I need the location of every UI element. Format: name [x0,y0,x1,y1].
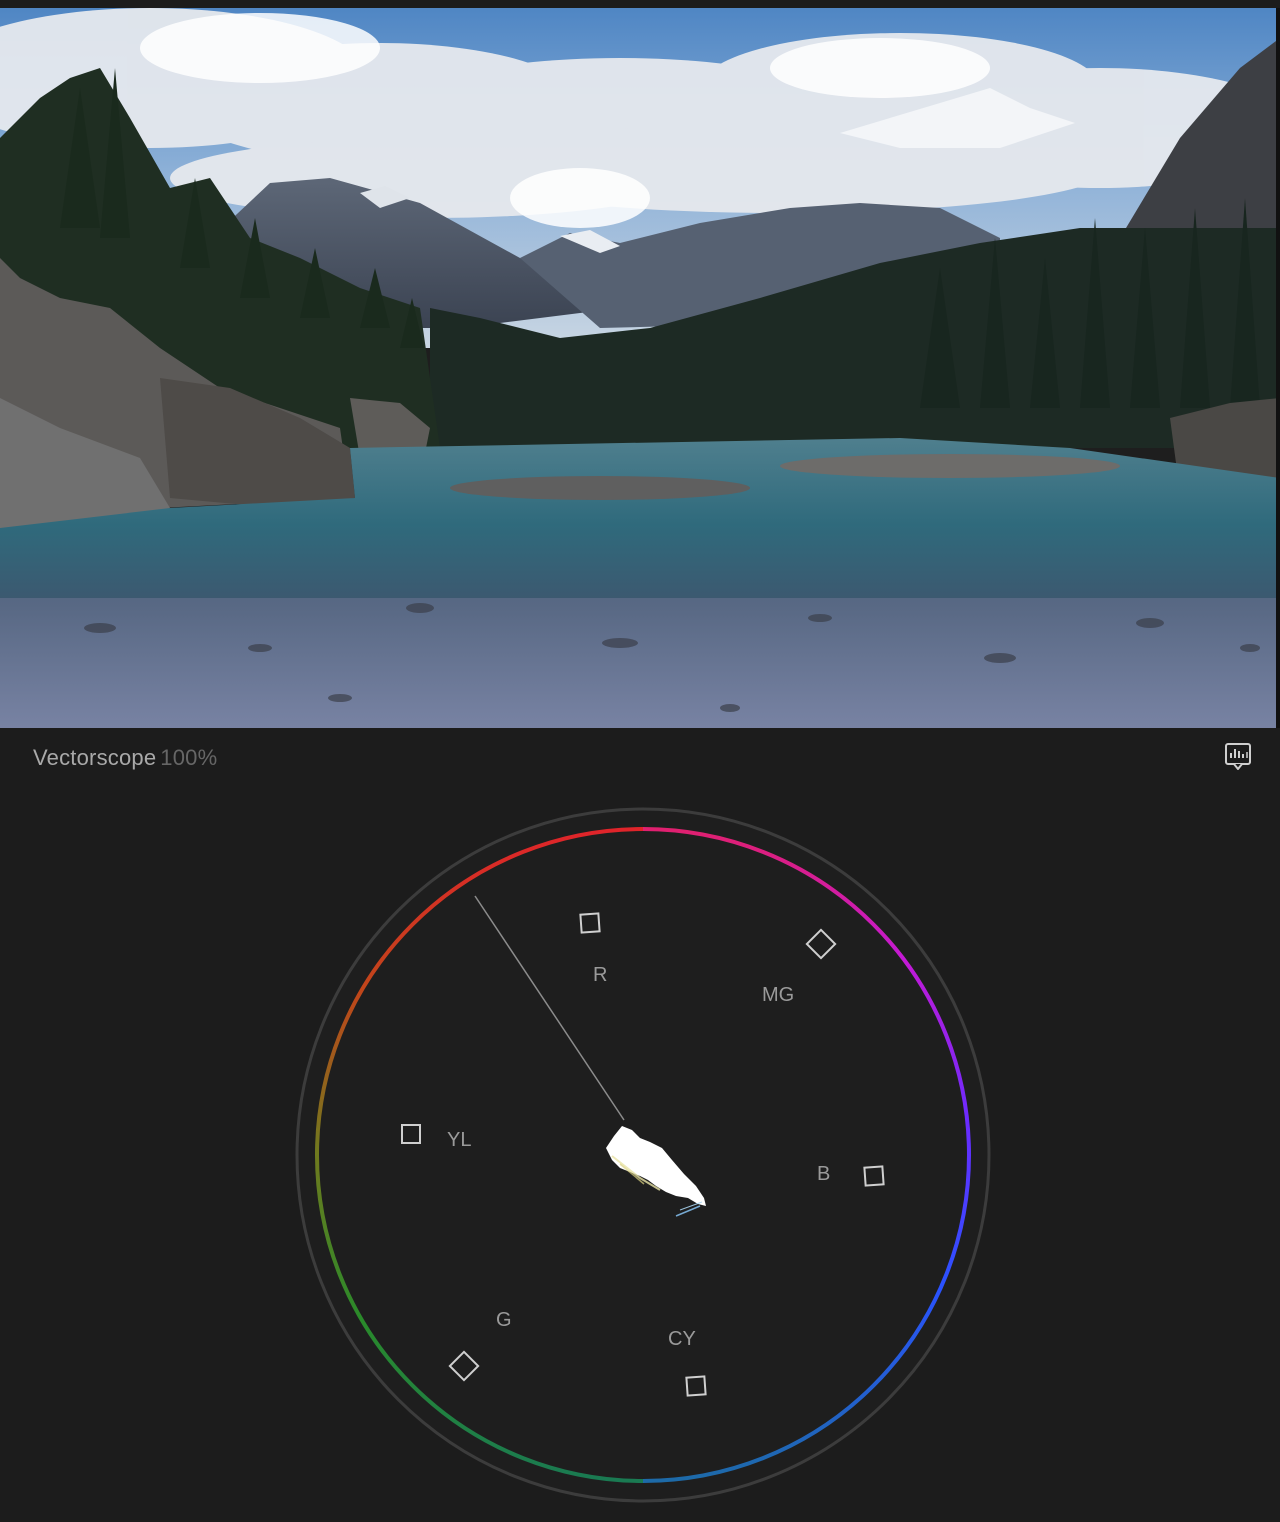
target-label-r: R [593,964,607,986]
vectorscope-graticule: R MG B CY G YL [295,807,991,1503]
target-label-cy: CY [668,1328,696,1350]
target-label-b: B [817,1163,830,1185]
landscape-frame [0,8,1280,728]
video-frame[interactable] [0,8,1280,728]
target-label-mg: MG [762,984,794,1006]
viewer-top-bar [0,0,1280,8]
vectorscope-panel: Vectorscope 100% R MG B CY G YL [0,728,1280,1522]
viewer [0,0,1280,728]
target-label-yl: YL [447,1129,471,1151]
target-label-g: G [496,1309,512,1331]
